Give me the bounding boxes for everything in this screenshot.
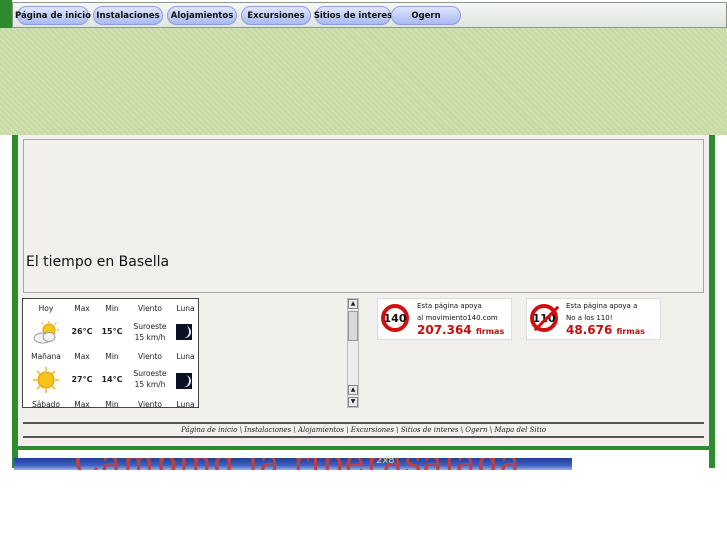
signature-unit: firmas bbox=[616, 327, 645, 336]
moon-phase-icon bbox=[176, 373, 192, 389]
footer-separator: \ bbox=[393, 426, 401, 434]
forecast-row: 26°C 15°C Suroeste 15 km/h bbox=[23, 319, 198, 345]
nav-instalaciones-button[interactable]: Instalaciones bbox=[93, 6, 163, 25]
weather-title: El tiempo en Basella bbox=[26, 254, 170, 270]
day-label: Hoy bbox=[38, 304, 54, 313]
forecast-header-row: Mañana Max Min Viento Luna bbox=[23, 352, 198, 364]
banner-count: 207.364 firmas bbox=[417, 323, 504, 337]
moon-header: Luna bbox=[176, 400, 195, 408]
min-header: Min bbox=[105, 352, 119, 361]
wind-header: Viento bbox=[138, 304, 162, 313]
banner-line1: Esta página apoya a bbox=[566, 302, 638, 310]
partly-cloudy-icon bbox=[25, 321, 67, 344]
footer-separator: \ bbox=[291, 426, 298, 434]
frame-bottom-border bbox=[12, 446, 715, 450]
nav-ogern-button[interactable]: Ogern bbox=[391, 6, 461, 25]
site-title: Camping la riberasalada bbox=[74, 458, 521, 470]
nav-excursiones-button[interactable]: Excursiones bbox=[241, 6, 311, 25]
header-banner bbox=[0, 28, 727, 135]
moon-header: Luna bbox=[176, 352, 195, 361]
footer-links: Página de inicio \ Instalaciones \ Aloja… bbox=[23, 422, 704, 438]
wind-speed: 15 km/h bbox=[134, 380, 166, 389]
max-header: Max bbox=[74, 400, 90, 408]
scroll-up-icon[interactable]: ▲ bbox=[348, 299, 358, 309]
wind-speed: 15 km/h bbox=[134, 333, 166, 342]
moon-header: Luna bbox=[176, 304, 195, 313]
min-temp: 14°C bbox=[101, 375, 123, 384]
scroll-thumb[interactable] bbox=[348, 311, 358, 341]
min-header: Min bbox=[105, 304, 119, 313]
forecast-header-row: Hoy Max Min Viento Luna bbox=[23, 304, 198, 316]
strip-small-text: 2x8 bbox=[376, 458, 395, 466]
scroll-down-icon[interactable]: ▼ bbox=[348, 397, 358, 407]
nav-sitios-button[interactable]: Sitios de interes bbox=[314, 6, 392, 25]
footer-link-alojamientos[interactable]: Alojamientos bbox=[298, 426, 344, 434]
forecast-header-row: Sábado Max Min Viento Luna bbox=[23, 400, 198, 408]
banner-count: 48.676 firmas bbox=[566, 323, 645, 337]
nav-home-button[interactable]: Página de inicio bbox=[15, 6, 91, 25]
signature-unit: firmas bbox=[475, 327, 505, 336]
footer-link-ogern[interactable]: Ogern bbox=[465, 426, 487, 434]
signature-count: 48.676 bbox=[566, 323, 613, 337]
footer-link-instalaciones[interactable]: Instalaciones bbox=[244, 426, 291, 434]
banner-text: Esta página apoya a No a los 110! bbox=[566, 300, 637, 324]
max-temp: 26°C bbox=[71, 327, 93, 336]
banner-line2: al movimiento140.com bbox=[417, 314, 498, 322]
max-header: Max bbox=[74, 304, 90, 313]
site-title-strip: Camping la riberasalada 2x8 bbox=[14, 458, 572, 470]
signature-count: 207.364 bbox=[417, 323, 472, 337]
top-navigation-bar: Página de inicio Instalaciones Alojamien… bbox=[12, 2, 727, 28]
nav-alojamientos-button[interactable]: Alojamientos bbox=[167, 6, 237, 25]
wind-header: Viento bbox=[138, 400, 162, 408]
banner-text: Esta página apoya al movimiento140.com bbox=[417, 300, 498, 324]
frame-right-border bbox=[709, 135, 715, 468]
min-header: Min bbox=[105, 400, 119, 408]
frame-corner bbox=[0, 0, 12, 28]
banner-110[interactable]: 110 Esta página apoya a No a los 110! 48… bbox=[526, 298, 661, 340]
min-temp: 15°C bbox=[101, 327, 123, 336]
forecast-row: 27°C 14°C Suroeste 15 km/h bbox=[23, 367, 198, 393]
footer-link-sitios[interactable]: Sitios de interes bbox=[401, 426, 459, 434]
max-temp: 27°C bbox=[71, 375, 93, 384]
forecast-scrollbar[interactable]: ▲ ▲ ▼ bbox=[347, 298, 359, 408]
banner-line2: No a los 110! bbox=[566, 314, 613, 322]
footer-separator: \ bbox=[343, 426, 351, 434]
footer-link-sitemap[interactable]: Mapa del Sitio bbox=[494, 426, 546, 434]
wind-info: Suroeste 15 km/h bbox=[127, 368, 173, 390]
wind-header: Viento bbox=[138, 352, 162, 361]
wind-info: Suroeste 15 km/h bbox=[127, 321, 173, 343]
day-label: Sábado bbox=[31, 400, 61, 408]
forecast-table: Hoy Max Min Viento Luna 26°C 15°C Suroes… bbox=[22, 298, 199, 408]
moon-phase-icon bbox=[176, 324, 192, 340]
banner-140[interactable]: 140 Esta página apoya al movimiento140.c… bbox=[377, 298, 512, 340]
day-label: Mañana bbox=[31, 352, 61, 361]
footer-link-excursiones[interactable]: Excursiones bbox=[351, 426, 394, 434]
wind-direction: Suroeste bbox=[133, 322, 167, 331]
sunny-icon bbox=[25, 367, 67, 393]
banner-line1: Esta página apoya bbox=[417, 302, 482, 310]
wind-direction: Suroeste bbox=[133, 369, 167, 378]
scroll-down-icon[interactable]: ▲ bbox=[348, 385, 358, 395]
max-header: Max bbox=[74, 352, 90, 361]
speed-sign-140-icon: 140 bbox=[381, 304, 409, 332]
footer-link-home[interactable]: Página de inicio bbox=[181, 426, 237, 434]
